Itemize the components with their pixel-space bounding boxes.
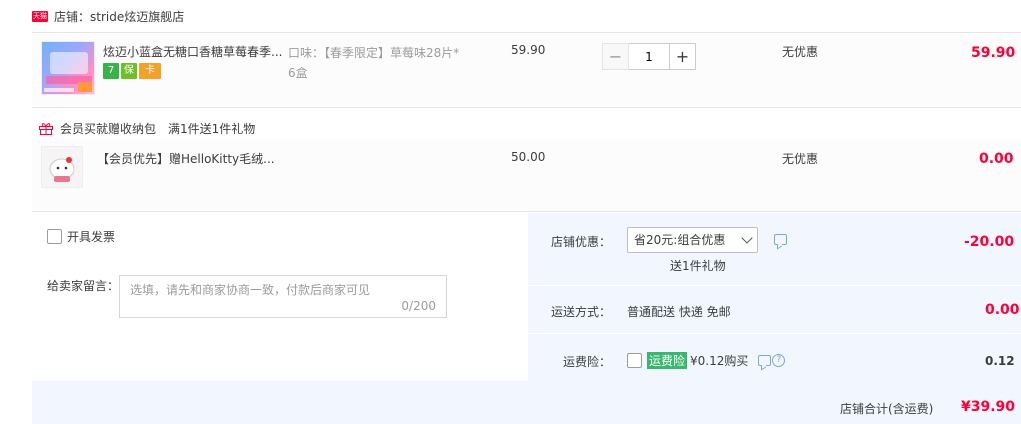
store-total-amount: ¥39.90 — [961, 399, 1016, 415]
product-thumbnail[interactable] — [41, 41, 95, 95]
seller-message-textarea[interactable]: 选填，请先和商家协商一致，付款后商家可见 0/200 — [119, 275, 447, 318]
gift-subtotal: 0.00 — [979, 151, 1014, 167]
insurance-label: 运费险： — [563, 355, 612, 369]
insurance-option[interactable]: 运费险 ¥0.12购买 ? — [627, 352, 786, 369]
sku-line: 口味：【春季限定】草莓味28片* — [288, 46, 460, 60]
credit-card-icon[interactable]: 卡 — [139, 63, 161, 79]
sku-info: 口味：【春季限定】草莓味28片* 6盒 — [288, 43, 478, 83]
tmall-logo-icon: 天猫 — [32, 10, 48, 22]
chevron-down-icon — [741, 232, 753, 244]
product-title-link[interactable]: 炫迈小蓝盒无糖口香糖草莓春季... — [103, 43, 283, 60]
store-discount-select[interactable]: 省20元:组合优惠 — [627, 227, 758, 253]
insurance-amount: 0.12 — [985, 354, 1015, 368]
service-icons: 7 保 卡 — [103, 63, 161, 79]
gift-note: 送1件礼物 — [670, 259, 726, 273]
item-subtotal: 59.90 — [971, 45, 1016, 61]
store-discount-label: 店铺优惠： — [551, 235, 612, 249]
shop-header: 天猫 店铺：stride炫迈旗舰店 — [32, 6, 184, 26]
discount-text: 无优惠 — [782, 45, 819, 59]
increase-quantity-button[interactable]: + — [669, 43, 696, 70]
shipping-label: 运送方式： — [551, 305, 612, 319]
quantity-stepper: − + — [602, 43, 696, 70]
gift-promo-rule: 满1件送1件礼物 — [168, 121, 256, 136]
gift-image-icon — [49, 157, 75, 182]
sku-line: 6盒 — [288, 66, 308, 80]
shipping-method: 普通配送 快递 免邮 — [627, 305, 731, 319]
gift-discount-text: 无优惠 — [782, 152, 819, 166]
guarantee-icon[interactable]: 保 — [121, 63, 137, 79]
store-total-label: 店铺合计(含运费) — [840, 402, 934, 416]
message-placeholder: 选填，请先和商家协商一致，付款后商家可见 — [130, 283, 371, 297]
insurance-tag: 运费险 — [647, 352, 688, 369]
invoice-checkbox[interactable] — [47, 229, 62, 244]
chat-icon[interactable] — [774, 234, 787, 245]
message-char-count: 0/200 — [401, 299, 436, 313]
invoice-option[interactable]: 开具发票 — [47, 228, 115, 245]
insurance-price-text: ¥0.12购买 — [690, 354, 749, 368]
message-label: 给卖家留言： — [47, 279, 120, 293]
gift-thumbnail[interactable] — [41, 146, 83, 188]
gift-title-link[interactable]: 【会员优先】赠HelloKitty毛绒... — [97, 150, 275, 167]
help-icon[interactable]: ? — [772, 354, 786, 367]
seven-day-return-icon[interactable]: 7 — [103, 63, 119, 79]
insurance-checkbox[interactable] — [627, 353, 642, 368]
store-discount-selected: 省20元:组合优惠 — [634, 233, 726, 247]
store-discount-amount: -20.00 — [964, 234, 1015, 250]
gift-promo-tag: 会员买就赠收纳包 — [60, 121, 157, 136]
gift-unit-price: 50.00 — [511, 150, 546, 164]
gift-promotion-header: 会员买就赠收纳包 满1件送1件礼物 — [32, 118, 255, 138]
row-divider — [527, 333, 1021, 334]
quantity-input[interactable] — [629, 43, 669, 70]
shipping-amount: 0.00 — [985, 302, 1020, 318]
shop-name-link[interactable]: 店铺：stride炫迈旗舰店 — [54, 8, 184, 25]
unit-price: 59.90 — [511, 43, 546, 57]
row-divider — [527, 285, 1021, 286]
gift-icon — [39, 123, 53, 135]
chat-icon[interactable] — [758, 355, 772, 366]
decrease-quantity-button[interactable]: − — [602, 43, 629, 70]
invoice-label: 开具发票 — [67, 230, 116, 244]
product-image-icon — [44, 52, 92, 92]
